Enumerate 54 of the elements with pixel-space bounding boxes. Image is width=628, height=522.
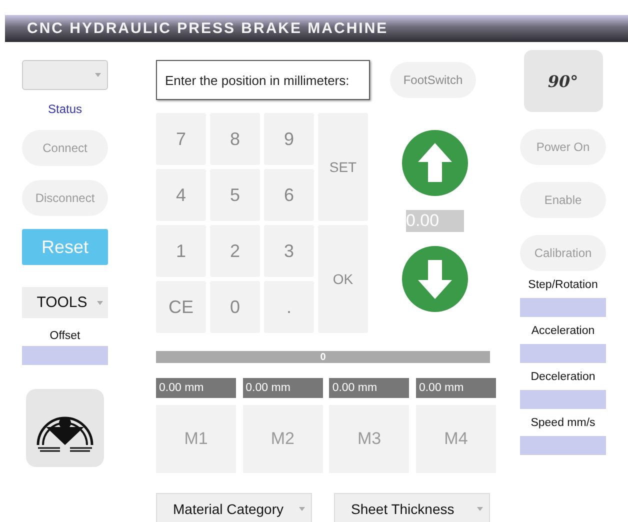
keypad-key[interactable]: 1 [156,225,206,277]
reset-button[interactable]: Reset [22,229,108,265]
memory-button[interactable]: M3 [329,405,410,473]
port-dropdown[interactable] [22,60,108,90]
keypad-key[interactable]: 7 [156,113,206,165]
up-arrow-button[interactable] [402,130,468,196]
keypad-key[interactable]: 5 [210,169,260,221]
memory-reading: 0.00 mm [242,378,323,398]
field-label: Acceleration [531,325,595,337]
field-label: Step/Rotation [528,279,598,291]
setting-field[interactable] [520,344,606,363]
caret-icon [299,507,305,511]
caret-icon [97,300,104,304]
action-button[interactable]: Enable [520,182,606,218]
status-label: Status [48,102,82,116]
action-button[interactable]: Connect [22,130,108,166]
setting-field[interactable] [520,298,606,317]
action-button[interactable]: Power On [520,129,606,165]
memory-button[interactable]: M2 [242,405,323,473]
memory-reading: 0.00 mm [416,378,496,398]
keypad-key[interactable]: 9 [264,113,314,165]
window-title: CNC HYDRAULIC PRESS BRAKE MACHINE [27,20,388,37]
angle-display: 90° [524,50,602,112]
field-label: Speed mm/s [530,417,596,429]
setting-field[interactable] [520,436,606,455]
down-arrow-button[interactable] [402,246,468,312]
keypad-key[interactable]: . [264,281,314,333]
keypad-key[interactable]: 8 [210,113,260,165]
select-dropdown[interactable]: Sheet Thickness [334,493,490,522]
keypad-key[interactable]: 4 [156,169,206,221]
memory-reading: 0.00 mm [329,378,410,398]
keypad-key[interactable]: 3 [264,225,314,277]
tools-dropdown[interactable]: TOOLS [22,287,108,318]
action-button[interactable]: Disconnect [22,180,108,216]
action-button[interactable]: Calibration [520,235,606,271]
setting-field[interactable] [520,390,606,409]
memory-button[interactable]: M4 [416,405,496,473]
offset-field[interactable] [22,346,108,365]
offset-label: Offset [50,330,80,342]
position-input[interactable]: Enter the position in millimeters: [156,60,370,100]
select-dropdown[interactable]: Material Category [156,493,312,522]
keypad-action-key[interactable]: OK [318,225,368,333]
keypad-key[interactable]: 0 [210,281,260,333]
field-label: Deceleration [530,371,596,383]
caret-icon [95,73,101,77]
footswitch-button[interactable]: FootSwitch [390,62,476,98]
caret-icon [477,507,483,511]
keypad-key[interactable]: 6 [264,169,314,221]
keypad-key[interactable]: 2 [210,225,260,277]
progress-reading: 0 [320,352,326,362]
keypad-key[interactable]: CE [156,281,206,333]
memory-reading: 0.00 mm [156,378,236,398]
keypad-action-key[interactable]: SET [318,113,368,221]
memory-button[interactable]: M1 [156,405,236,473]
